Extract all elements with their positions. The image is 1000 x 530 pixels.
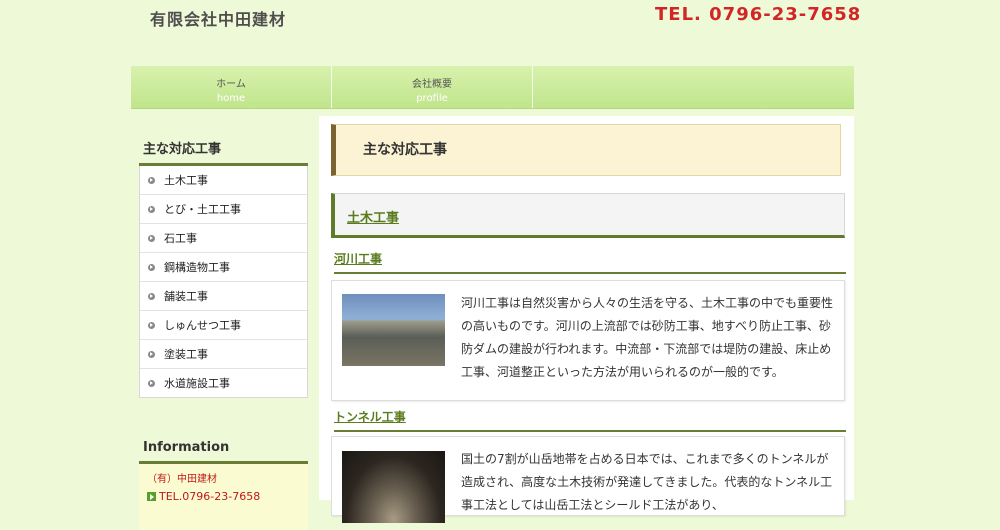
sidebar-item-suido[interactable]: 水道施設工事 xyxy=(140,368,307,397)
bullet-arrow-icon xyxy=(148,263,155,271)
sidebar-item-tobi-doko[interactable]: とび・土工工事 xyxy=(140,194,307,223)
bullet-arrow-icon xyxy=(148,379,155,387)
main-content: 主な対応工事 土木工事 河川工事 河川工事は自然災害から人々の生活を守る、土木工… xyxy=(319,116,854,523)
page-title: 主な対応工事 xyxy=(331,124,841,176)
river-description: 河川工事は自然災害から人々の生活を守る、土木工事の中でも重要性の高いものです。河… xyxy=(461,296,834,379)
sidebar-item-toso[interactable]: 塗装工事 xyxy=(140,339,307,368)
bullet-arrow-icon xyxy=(148,205,155,213)
subsection-heading-link[interactable]: 河川工事 xyxy=(334,252,382,266)
bullet-arrow-icon xyxy=(148,234,155,242)
sidebar-item-label: しゅんせつ工事 xyxy=(164,319,241,332)
subsection-heading-river: 河川工事 xyxy=(334,250,846,274)
nav-item-sublabel: profile xyxy=(416,93,448,104)
global-nav: ホーム home 会社概要 profile xyxy=(131,66,854,109)
sidebar-heading: 主な対応工事 xyxy=(139,136,308,166)
info-heading: Information xyxy=(139,438,308,464)
bullet-arrow-icon xyxy=(148,321,155,329)
section-heading-link[interactable]: 土木工事 xyxy=(347,207,399,226)
sidebar-item-label: とび・土工工事 xyxy=(164,203,241,216)
sidebar-item-label: 土木工事 xyxy=(164,174,208,187)
bullet-arrow-icon xyxy=(148,292,155,300)
nav-item-label: 会社概要 xyxy=(412,79,452,90)
nav-item-home[interactable]: ホーム home xyxy=(131,66,332,108)
sidebar-item-label: 石工事 xyxy=(164,232,197,245)
sidebar-item-ishi[interactable]: 石工事 xyxy=(140,223,307,252)
subsection-heading-link[interactable]: トンネル工事 xyxy=(334,410,406,424)
content-card-tunnel: 国土の7割が山岳地帯を占める日本では、これまで多くのトンネルが造成され、高度な土… xyxy=(331,436,845,523)
subsection-heading-tunnel: トンネル工事 xyxy=(334,408,846,432)
sidebar-item-kokozo[interactable]: 鋼構造物工事 xyxy=(140,252,307,281)
content-card-river: 河川工事は自然災害から人々の生活を守る、土木工事の中でも重要性の高いものです。河… xyxy=(331,280,845,401)
info-box: （有）中田建材 TEL.0796-23-7658 xyxy=(139,464,308,530)
tunnel-description: 国土の7割が山岳地帯を占める日本では、これまで多くのトンネルが造成され、高度な土… xyxy=(461,452,833,512)
bullet-arrow-icon xyxy=(148,350,155,358)
info-company: （有）中田建材 xyxy=(147,474,217,485)
nav-item-empty xyxy=(533,66,733,108)
site-title[interactable]: 有限会社中田建材 xyxy=(150,6,286,30)
nav-item-profile[interactable]: 会社概要 profile xyxy=(332,66,533,108)
header-tel: TEL. 0796-23-7658 xyxy=(655,4,862,25)
sidebar-item-doboku[interactable]: 土木工事 xyxy=(140,166,307,194)
sidebar-item-label: 塗装工事 xyxy=(164,348,208,361)
sidebar-item-shunsetsu[interactable]: しゅんせつ工事 xyxy=(140,310,307,339)
sidebar: 主な対応工事 土木工事 とび・土工工事 石工事 鋼構造物工事 舗装工事 しゅんせ… xyxy=(139,136,308,530)
sidebar-item-label: 舗装工事 xyxy=(164,290,208,303)
sidebar-item-label: 鋼構造物工事 xyxy=(164,261,230,274)
sidebar-list: 土木工事 とび・土工工事 石工事 鋼構造物工事 舗装工事 しゅんせつ工事 塗装工… xyxy=(139,166,308,398)
tunnel-photo xyxy=(342,451,445,523)
sidebar-item-label: 水道施設工事 xyxy=(164,377,230,390)
section-heading: 土木工事 xyxy=(331,193,845,238)
river-photo xyxy=(342,294,445,366)
nav-item-sublabel: home xyxy=(216,93,246,104)
sidebar-item-hoso[interactable]: 舗装工事 xyxy=(140,281,307,310)
bullet-arrow-icon xyxy=(148,176,155,184)
info-tel-text: TEL.0796-23-7658 xyxy=(159,490,261,503)
info-tel: TEL.0796-23-7658 xyxy=(147,490,308,503)
nav-item-label: ホーム xyxy=(216,79,246,90)
